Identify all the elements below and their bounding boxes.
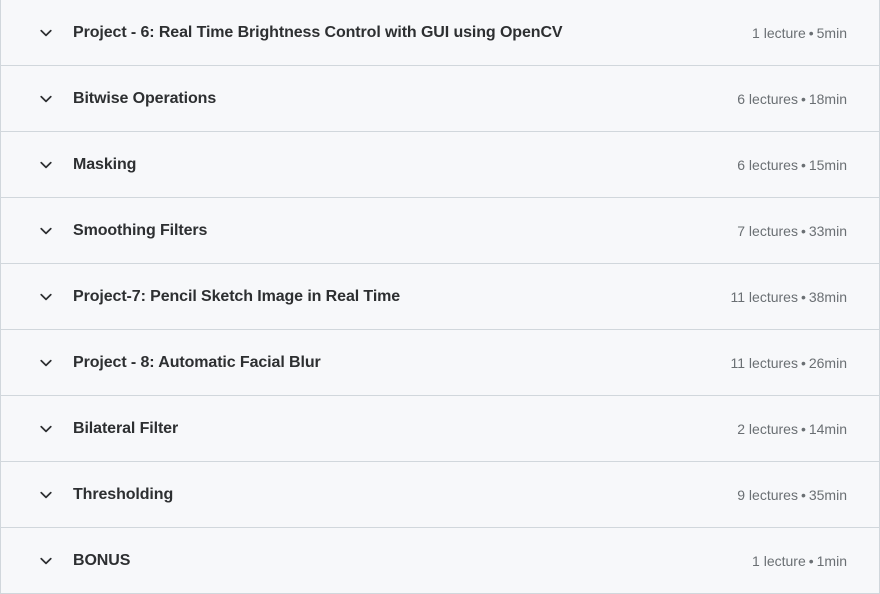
meta-separator: •	[800, 354, 806, 371]
meta-separator: •	[800, 90, 806, 107]
section-meta: 7 lectures • 33min	[717, 223, 847, 239]
chevron-down-icon[interactable]	[35, 418, 57, 440]
section-duration: 5min	[816, 24, 847, 41]
meta-separator: •	[808, 552, 814, 569]
section-duration: 14min	[808, 420, 847, 437]
chevron-down-icon[interactable]	[35, 352, 57, 374]
section-duration: 38min	[808, 288, 847, 305]
section-meta: 11 lectures • 38min	[711, 289, 848, 305]
section-title: Bilateral Filter	[73, 419, 179, 437]
meta-separator: •	[800, 222, 806, 239]
section-title: Project - 8: Automatic Facial Blur	[73, 353, 321, 371]
curriculum-section-row[interactable]: BONUS 1 lecture • 1min	[0, 528, 880, 594]
section-meta: 6 lectures • 15min	[717, 157, 847, 173]
section-title: Masking	[73, 155, 137, 173]
section-lecture-count: 7 lectures	[737, 222, 798, 239]
section-duration: 1min	[816, 552, 847, 569]
chevron-down-icon[interactable]	[35, 484, 57, 506]
section-meta: 2 lectures • 14min	[717, 421, 847, 437]
section-lecture-count: 11 lectures	[730, 288, 798, 305]
chevron-down-icon[interactable]	[35, 88, 57, 110]
section-lecture-count: 9 lectures	[737, 486, 798, 503]
meta-separator: •	[800, 156, 806, 173]
section-lecture-count: 1 lecture	[752, 24, 806, 41]
curriculum-section-row[interactable]: Thresholding 9 lectures • 35min	[0, 462, 880, 528]
chevron-down-icon[interactable]	[35, 22, 57, 44]
section-lecture-count: 2 lectures	[737, 420, 798, 437]
chevron-down-icon[interactable]	[35, 154, 57, 176]
course-curriculum-list: Project - 6: Real Time Brightness Contro…	[0, 0, 880, 594]
section-meta: 11 lectures • 26min	[711, 355, 848, 371]
section-meta: 9 lectures • 35min	[717, 487, 847, 503]
meta-separator: •	[800, 288, 806, 305]
section-title: Project - 6: Real Time Brightness Contro…	[73, 23, 563, 41]
section-duration: 33min	[808, 222, 847, 239]
section-title: Bitwise Operations	[73, 89, 217, 107]
section-meta: 1 lecture • 5min	[732, 25, 847, 41]
curriculum-section-row[interactable]: Bilateral Filter 2 lectures • 14min	[0, 396, 880, 462]
section-duration: 18min	[808, 90, 847, 107]
chevron-down-icon[interactable]	[35, 286, 57, 308]
curriculum-section-row[interactable]: Project - 8: Automatic Facial Blur 11 lec…	[0, 330, 880, 396]
section-lecture-count: 6 lectures	[737, 90, 798, 107]
section-title: Smoothing Filters	[73, 221, 208, 239]
section-meta: 1 lecture • 1min	[732, 553, 847, 569]
section-duration: 26min	[808, 354, 847, 371]
section-title: Thresholding	[73, 485, 174, 503]
curriculum-section-row[interactable]: Bitwise Operations 6 lectures • 18min	[0, 66, 880, 132]
section-duration: 15min	[808, 156, 847, 173]
section-title: BONUS	[73, 551, 131, 569]
section-lecture-count: 6 lectures	[737, 156, 798, 173]
section-lecture-count: 11 lectures	[730, 354, 798, 371]
curriculum-section-row[interactable]: Project-7: Pencil Sketch Image in Real T…	[0, 264, 880, 330]
section-lecture-count: 1 lecture	[752, 552, 806, 569]
section-title: Project-7: Pencil Sketch Image in Real T…	[73, 287, 401, 305]
meta-separator: •	[800, 486, 806, 503]
section-duration: 35min	[808, 486, 847, 503]
curriculum-section-row[interactable]: Project - 6: Real Time Brightness Contro…	[0, 0, 880, 66]
meta-separator: •	[800, 420, 806, 437]
chevron-down-icon[interactable]	[35, 220, 57, 242]
curriculum-section-row[interactable]: Smoothing Filters 7 lectures • 33min	[0, 198, 880, 264]
section-meta: 6 lectures • 18min	[717, 91, 847, 107]
meta-separator: •	[808, 24, 814, 41]
curriculum-section-row[interactable]: Masking 6 lectures • 15min	[0, 132, 880, 198]
chevron-down-icon[interactable]	[35, 550, 57, 572]
